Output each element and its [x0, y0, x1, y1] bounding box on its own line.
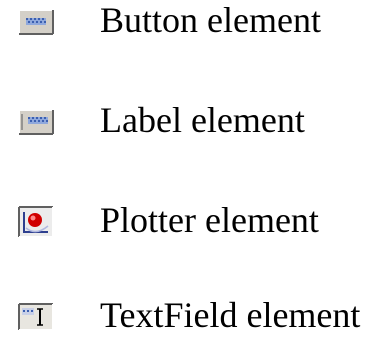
legend-label-plotter: Plotter element — [100, 200, 319, 240]
legend-item-label: Label element — [0, 100, 375, 140]
legend-label-textfield: TextField element — [100, 295, 361, 335]
legend-item-plotter: Plotter element — [0, 200, 375, 240]
legend-item-button: Button element — [0, 0, 375, 40]
legend-label-button: Button element — [100, 0, 321, 40]
label-element-icon — [18, 104, 54, 136]
legend-label-label: Label element — [100, 100, 305, 140]
textfield-element-icon — [18, 301, 54, 333]
legend-item-textfield: TextField element — [0, 295, 375, 335]
element-legend: Button element Label element Plotter ele… — [0, 0, 375, 347]
plotter-element-icon — [18, 206, 54, 238]
button-element-icon — [18, 6, 54, 38]
